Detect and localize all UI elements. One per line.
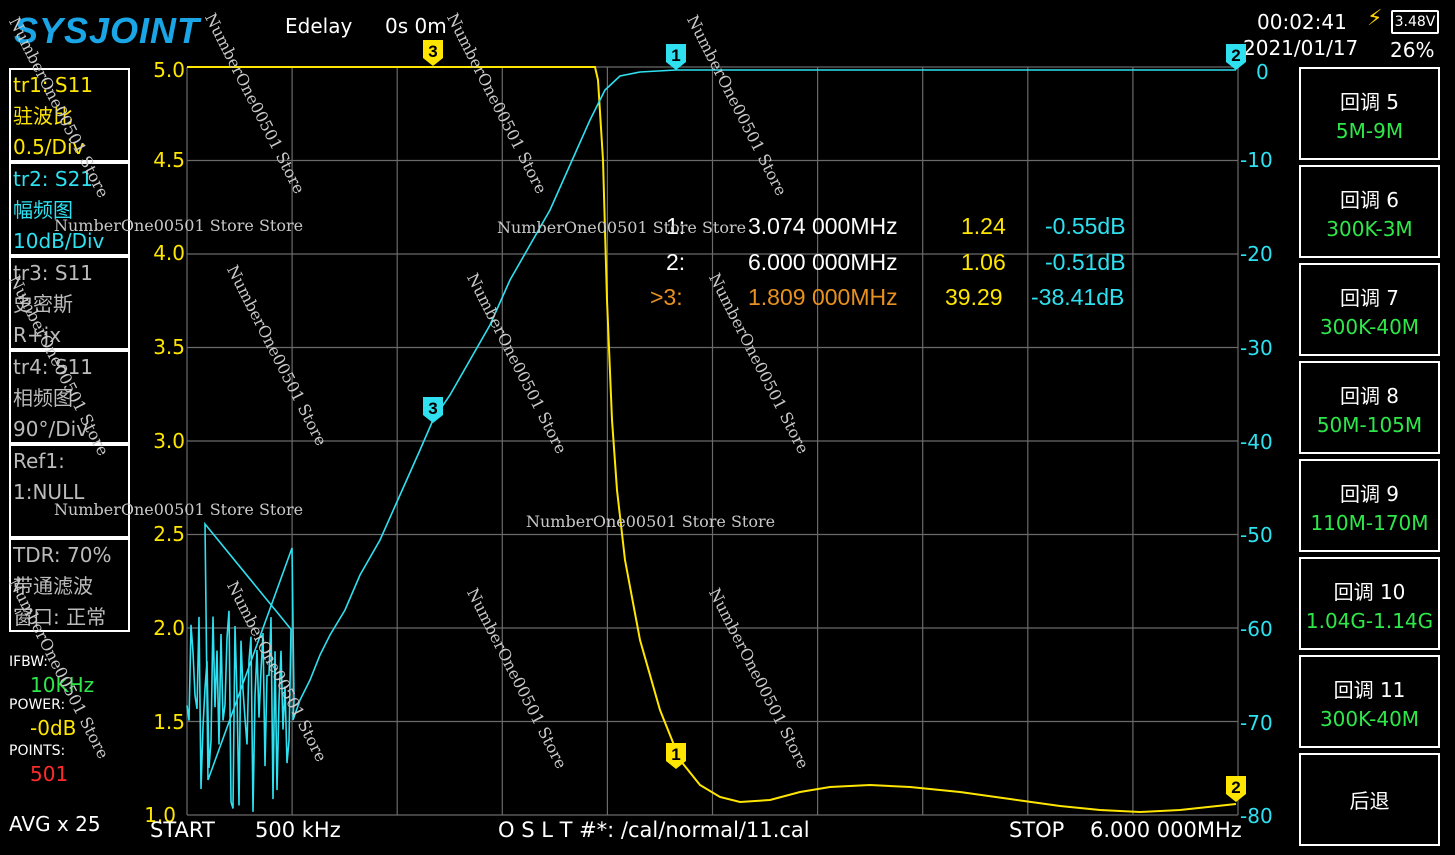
right-tick: -40 [1240,430,1273,454]
preset-title: 回调 9 [1339,482,1400,506]
preset-range: 5M-9M [1335,119,1404,143]
preset-range: 1.04G-1.14G [1305,609,1434,633]
edelay-value[interactable]: 0s 0m [385,14,447,38]
app-logo: SYSJOINT [14,10,201,51]
back-button[interactable]: 后退 [1299,753,1440,846]
swr-trace [187,66,1237,814]
preset-title: 回调 6 [1339,188,1400,212]
preset-title: 回调 11 [1333,678,1406,702]
right-tick: -10 [1240,148,1273,172]
trace-1-title: tr1: S11 [13,73,94,97]
preset-range: 300K-40M [1319,707,1420,731]
preset-range: 110M-170M [1310,511,1429,535]
preset-title: 回调 5 [1339,90,1400,114]
left-tick: 5.0 [153,58,185,82]
preset-5-button[interactable]: 回调 5 5M-9M [1299,67,1440,160]
preset-11-button[interactable]: 回调 11 300K-40M [1299,655,1440,748]
left-tick: 4.0 [153,241,185,265]
right-tick: -60 [1240,617,1273,641]
marker-3-db: -38.41dB [1031,284,1125,310]
marker-2-freq: 6.000 000MHz [748,249,898,275]
ref-box[interactable]: Ref1: 1:NULL [9,444,130,538]
calibration-file[interactable]: O S L T #*: /cal/normal/11.cal [498,818,810,842]
preset-9-button[interactable]: 回调 9 110M-170M [1299,459,1440,552]
right-tick: -20 [1240,242,1273,266]
power-label: POWER: [9,697,66,713]
marker-2-swr: 1.06 [961,249,1006,275]
right-tick: -70 [1240,711,1273,735]
trace-3-title: tr3: S11 [13,261,94,285]
back-label: 后退 [1349,789,1390,813]
right-tick: -30 [1240,336,1273,360]
date: 2021/01/17 [1243,36,1359,60]
preset-6-button[interactable]: 回调 6 300K-3M [1299,165,1440,258]
start-label: START [150,818,215,842]
start-frequency[interactable]: 500 kHz [255,818,341,842]
clock: 00:02:41 [1257,10,1347,34]
preset-title: 回调 10 [1333,580,1406,604]
marker-2-db: -0.51dB [1045,249,1126,275]
left-tick: 3.5 [153,335,185,359]
trace-4-scale: 90°/Div [13,417,88,441]
left-tick: 2.0 [153,616,185,640]
preset-range: 50M-105M [1316,413,1423,437]
preset-title: 回调 7 [1339,286,1400,310]
tdr-title: TDR: 70% [13,543,112,567]
marker-3-id: >3: [650,284,683,310]
preset-8-button[interactable]: 回调 8 50M-105M [1299,361,1440,454]
battery-icon: 3.48V [1391,10,1439,34]
stop-frequency[interactable]: 6.000 000MHz [1090,818,1242,842]
watermark-horizontal: NumberOne00501 Store Store [497,218,747,237]
points-label: POINTS: [9,743,66,759]
preset-10-button[interactable]: 回调 10 1.04G-1.14G [1299,557,1440,650]
right-tick: 0 [1256,60,1269,84]
battery-percent: 26% [1390,38,1435,62]
marker-3-swr: 39.29 [945,284,1003,310]
charging-icon: ⚡ [1367,6,1383,31]
preset-range: 300K-3M [1326,217,1413,241]
preset-title: 回调 8 [1339,384,1400,408]
watermark-horizontal: NumberOne00501 Store Store [54,216,304,235]
left-tick: 3.0 [153,429,185,453]
marker-1-swr: 1.24 [961,213,1006,239]
points-value[interactable]: 501 [30,762,68,786]
stop-label: STOP [1009,818,1065,842]
left-tick: 2.5 [153,522,185,546]
right-tick: -50 [1240,523,1273,547]
avg-count[interactable]: AVG x 25 [9,812,101,836]
power-value[interactable]: -0dB [30,716,76,740]
marker-1-db: -0.55dB [1045,213,1126,239]
marker-3-freq: 1.809 000MHz [748,284,898,310]
watermark-horizontal: NumberOne00501 Store Store [54,500,304,519]
left-tick: 1.5 [153,710,185,734]
preset-7-button[interactable]: 回调 7 300K-40M [1299,263,1440,356]
preset-range: 300K-40M [1319,315,1420,339]
left-tick: 4.5 [153,148,185,172]
marker-1-freq: 3.074 000MHz [748,213,898,239]
edelay-label: Edelay [285,14,353,38]
plot-grid [186,66,1239,816]
watermark-horizontal: NumberOne00501 Store Store [526,512,776,531]
plot-svg [186,66,1239,816]
trace-2-box[interactable]: tr2: S21 幅频图 10dB/Div [9,162,130,256]
right-tick: -80 [1240,804,1273,828]
marker-2-id: 2: [666,249,686,275]
